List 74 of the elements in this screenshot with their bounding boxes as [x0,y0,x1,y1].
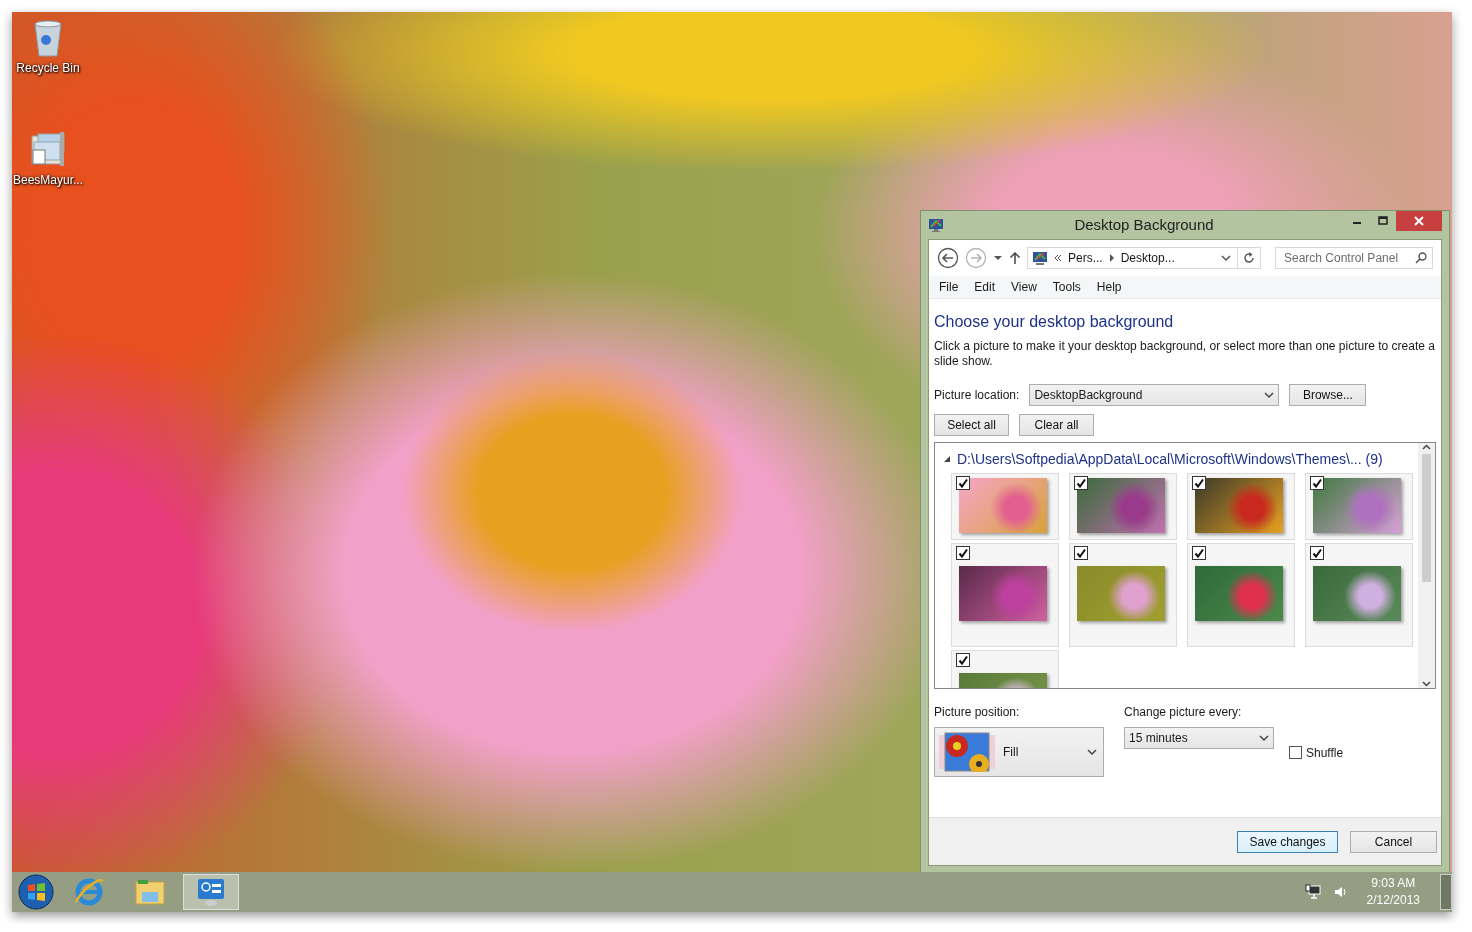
chevron-down-icon[interactable] [1221,254,1232,262]
folder-path-header[interactable]: D:\Users\Softpedia\AppData\Local\Microsoft\Windows\Themes\... (9) [957,451,1383,467]
menu-item[interactable]: Edit [966,280,1004,294]
control-panel-icon [1032,250,1048,266]
interval-dropdown[interactable]: 15 minutes [1124,727,1274,749]
picture-position-dropdown[interactable]: Fill [934,727,1104,777]
desktop-icon[interactable]: Recycle Bin [12,18,84,75]
checkbox[interactable] [1074,476,1088,490]
show-desktop-button[interactable] [1440,874,1452,910]
desktop-icon[interactable]: BeesMayur... [12,130,84,187]
back-button[interactable] [937,247,959,269]
browser-icon [73,876,105,908]
breadcrumb-item[interactable]: Desktop... [1120,251,1175,265]
control-panel-icon [928,217,944,233]
cancel-button[interactable]: Cancel [1350,830,1437,853]
picture-tile[interactable] [1305,543,1413,647]
picture-tile[interactable] [951,543,1059,647]
select-all-button[interactable]: Select all [934,414,1009,436]
shuffle-label: Shuffle [1306,745,1344,760]
search-icon[interactable] [1415,252,1427,264]
window-title: Desktop Background [1073,215,1215,235]
picture-tile[interactable] [1187,473,1295,540]
picture-tile[interactable] [1069,543,1177,647]
shuffle-checkbox[interactable] [1289,746,1302,759]
checkbox[interactable] [1192,476,1206,490]
double-chevron-icon [1054,254,1062,262]
picture-tile[interactable] [1187,543,1295,647]
menu-item[interactable]: Help [1088,280,1130,294]
picture-tile[interactable] [951,473,1059,540]
maximize-icon[interactable] [1378,216,1388,226]
checkbox[interactable] [1192,546,1206,560]
menu-item[interactable]: View [1003,280,1045,294]
browse-button[interactable]: Browse... [1289,384,1367,406]
chevron-down-icon [1264,391,1275,399]
page-heading: Choose your desktop background [934,313,1175,331]
flower-picture-icon [939,732,995,772]
checkbox[interactable] [1074,546,1088,560]
save-button[interactable]: Save changes [1237,830,1338,853]
close-button[interactable] [1396,211,1442,231]
search-field[interactable]: Search Control Panel [1275,247,1433,269]
scrollbar[interactable] [1418,443,1435,688]
control-panel-button[interactable] [183,874,239,910]
scroll-up-icon[interactable] [1422,443,1431,452]
scroll-down-icon[interactable] [1422,679,1431,688]
checkbox[interactable] [1310,476,1324,490]
up-arrow-icon[interactable] [1009,251,1021,265]
checkbox[interactable] [956,476,970,490]
refresh-icon[interactable] [1243,252,1256,264]
instructions-text: Click a picture to make it your desktop background, or select more than one picture to create a slide show. [934,339,1436,369]
chevron-icon[interactable] [1108,254,1115,262]
network-icon[interactable] [1304,884,1321,900]
control-panel-icon [195,876,227,908]
checkbox[interactable] [1310,546,1324,560]
picture-position-label: Picture position: [934,705,1021,719]
picture-location-dropdown[interactable]: DesktopBackground [1029,384,1280,406]
expand-triangle-icon[interactable] [943,455,951,463]
checkbox[interactable] [956,653,970,667]
start-button[interactable] [16,872,56,912]
picture-location-label: Picture location: [934,388,1020,402]
menu-item[interactable]: Tools [1044,280,1089,294]
address-bar[interactable]: Pers... Desktop... [1027,247,1239,269]
chevron-down-icon [1259,734,1269,742]
speaker-icon[interactable] [1332,885,1347,899]
change-picture-label: Change picture every: [1124,705,1243,719]
menu-item[interactable]: File [931,280,967,294]
breadcrumb-item[interactable]: Pers... [1068,251,1103,265]
caret-icon[interactable] [993,254,1003,262]
picture-tile[interactable] [1305,473,1413,540]
checkbox[interactable] [956,546,970,560]
chevron-down-icon [1087,748,1097,756]
refresh-button[interactable] [1238,247,1261,269]
clear-all-button[interactable]: Clear all [1019,414,1094,436]
close-icon[interactable] [1414,216,1424,226]
picture-tile[interactable] [1069,473,1177,540]
